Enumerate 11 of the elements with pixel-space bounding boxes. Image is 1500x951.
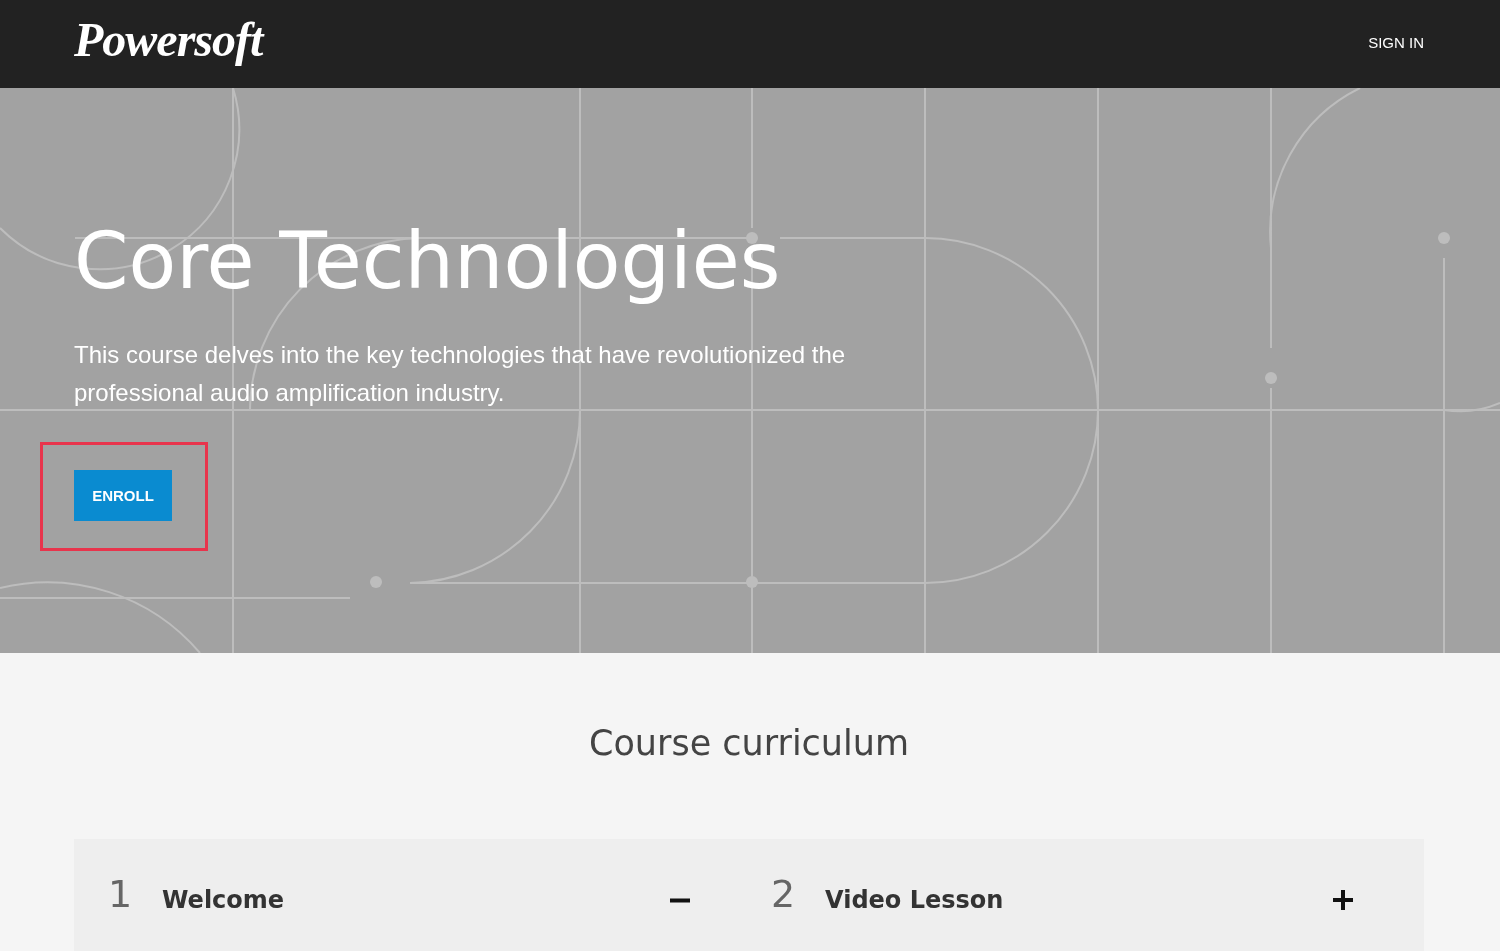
course-title: Core Technologies xyxy=(74,215,782,308)
enroll-button[interactable]: ENROLL xyxy=(74,470,172,521)
section-number: 1 xyxy=(108,872,134,916)
expand-icon[interactable] xyxy=(1332,889,1354,911)
section-number: 2 xyxy=(771,872,797,916)
section-heading: Course curriculum xyxy=(587,723,911,763)
course-description: This course delves into the key technologies that have revolutionized the professional audio amplification industry. xyxy=(74,340,847,408)
logo[interactable]: Powersoft xyxy=(74,11,263,67)
section-title[interactable]: Video Lesson xyxy=(825,886,1332,914)
sign-in-link[interactable]: SIGN IN xyxy=(1368,33,1424,51)
section-title[interactable]: Welcome xyxy=(162,886,669,914)
